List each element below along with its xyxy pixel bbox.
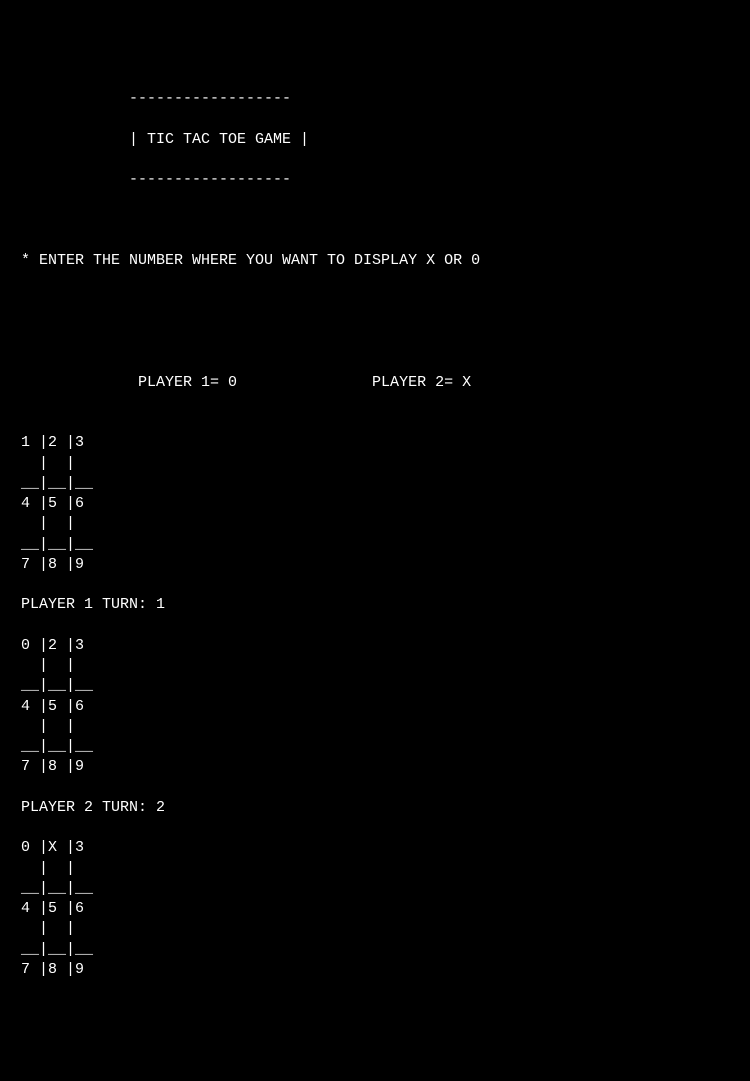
board-line: __|__|__ bbox=[12, 940, 738, 960]
board-line: 4 |5 |6 bbox=[12, 494, 738, 514]
blank bbox=[12, 818, 738, 838]
players-line: PLAYER 1= 0 PLAYER 2= X bbox=[12, 373, 738, 393]
board-line: 7 |8 |9 bbox=[12, 757, 738, 777]
board-line: 7 |8 |9 bbox=[12, 555, 738, 575]
boards-container: 1 |2 |3 | | __|__|__ 4 |5 |6 | | __|__|_… bbox=[12, 413, 738, 980]
blank bbox=[12, 413, 738, 433]
board-line: __|__|__ bbox=[12, 535, 738, 555]
title-border-top: ------------------ bbox=[12, 89, 738, 109]
board-block: 1 |2 |3 | | __|__|__ 4 |5 |6 | | __|__|_… bbox=[12, 413, 738, 575]
blank bbox=[12, 778, 738, 798]
turn-label: PLAYER 2 TURN: 2 bbox=[12, 798, 738, 818]
board-line: | | bbox=[12, 514, 738, 534]
board-line: | | bbox=[12, 454, 738, 474]
board-line: __|__|__ bbox=[12, 474, 738, 494]
board-block: PLAYER 1 TURN: 1 0 |2 |3 | | __|__|__ 4 … bbox=[12, 575, 738, 778]
title-border-bottom: ------------------ bbox=[12, 170, 738, 190]
blank bbox=[12, 616, 738, 636]
board-line: 0 |X |3 bbox=[12, 838, 738, 858]
board-line: 1 |2 |3 bbox=[12, 433, 738, 453]
board-line: __|__|__ bbox=[12, 879, 738, 899]
blank bbox=[12, 332, 738, 352]
turn-label: PLAYER 1 TURN: 1 bbox=[12, 595, 738, 615]
instruction: * ENTER THE NUMBER WHERE YOU WANT TO DIS… bbox=[12, 251, 738, 271]
board-line: 4 |5 |6 bbox=[12, 697, 738, 717]
title-line: | TIC TAC TOE GAME | bbox=[12, 130, 738, 150]
board-line: __|__|__ bbox=[12, 737, 738, 757]
board-line: | | bbox=[12, 656, 738, 676]
board-line: | | bbox=[12, 859, 738, 879]
board-line: 7 |8 |9 bbox=[12, 960, 738, 980]
board-line: 4 |5 |6 bbox=[12, 899, 738, 919]
board-line: | | bbox=[12, 717, 738, 737]
blank bbox=[12, 292, 738, 312]
blank bbox=[12, 211, 738, 231]
board-block: PLAYER 2 TURN: 2 0 |X |3 | | __|__|__ 4 … bbox=[12, 778, 738, 981]
board-line: | | bbox=[12, 919, 738, 939]
blank bbox=[12, 575, 738, 595]
board-line: 0 |2 |3 bbox=[12, 636, 738, 656]
board-line: __|__|__ bbox=[12, 676, 738, 696]
